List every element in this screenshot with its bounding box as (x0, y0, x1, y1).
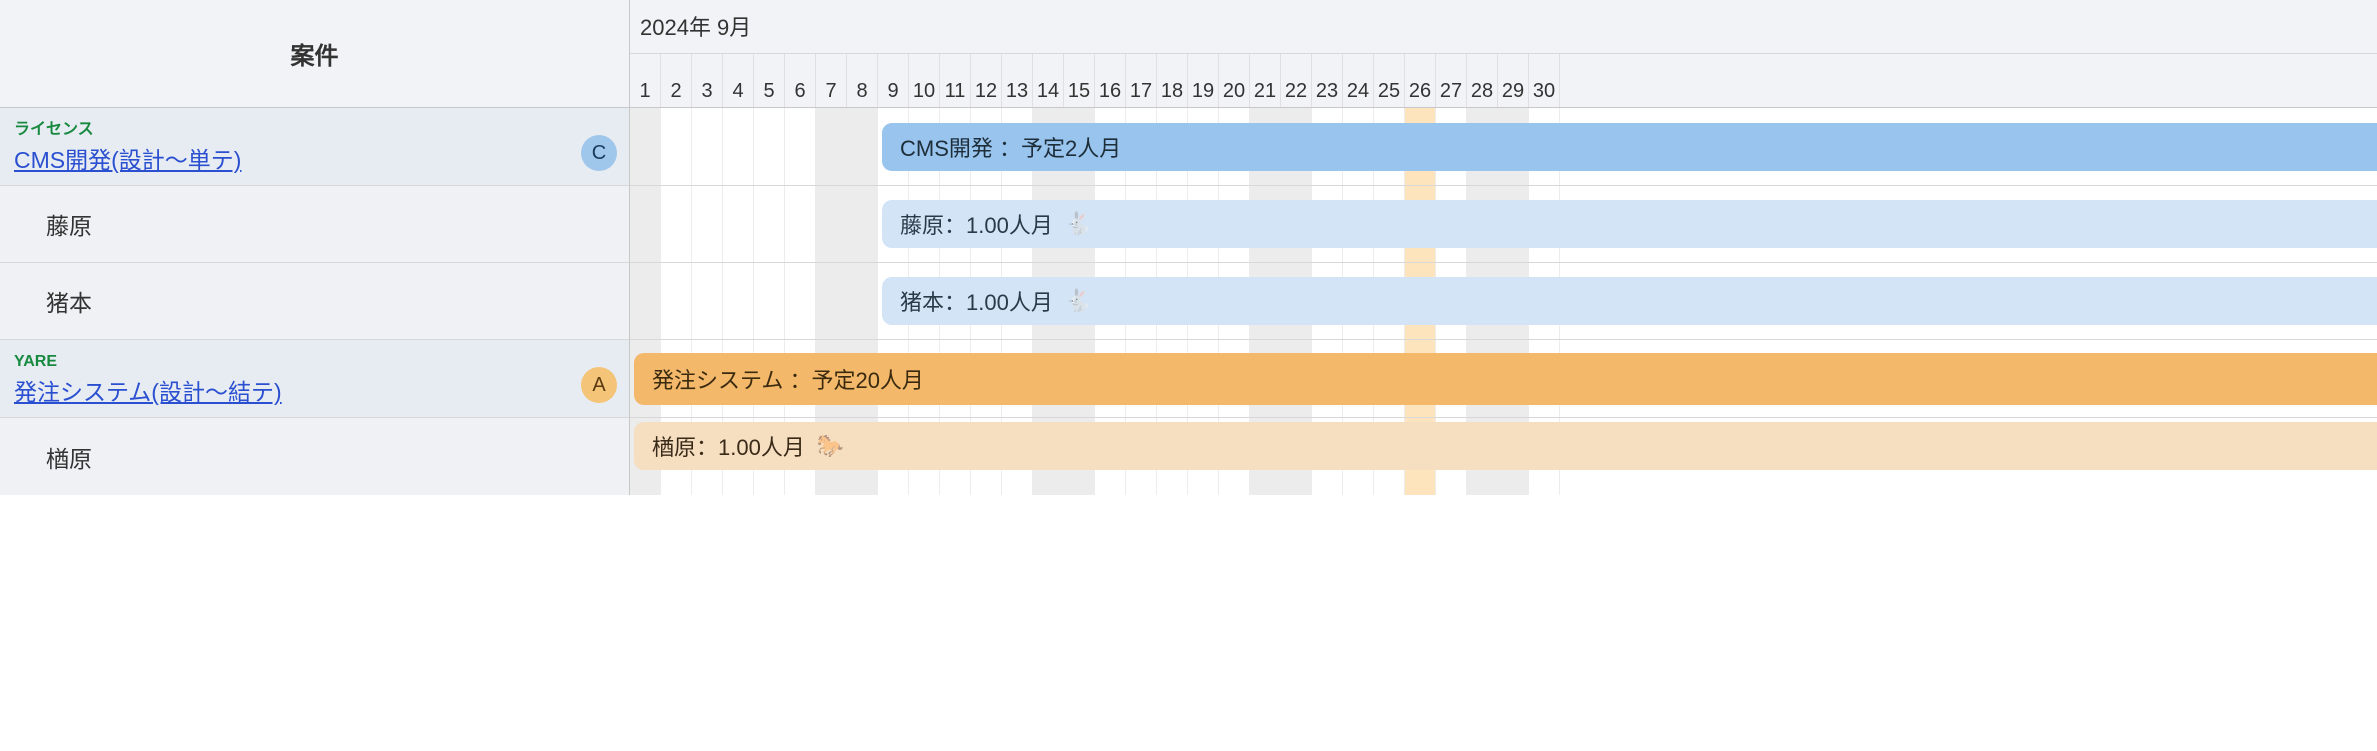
project-bar[interactable]: 発注システム ：予定20人月 (634, 353, 2377, 405)
bar-label: 発注システム ：予定20人月 (652, 363, 924, 395)
day-header-cell: 19 (1188, 54, 1219, 108)
day-bg-cell (847, 263, 878, 339)
day-header-cell: 9 (878, 54, 909, 108)
day-header-cell: 13 (1002, 54, 1033, 108)
animal-icon: 🐇 (1065, 288, 1092, 314)
day-header-cell: 18 (1157, 54, 1188, 108)
day-header-cell: 23 (1312, 54, 1343, 108)
project-bar[interactable]: CMS開発 ：予定2人月 (882, 123, 2377, 171)
day-header-cell: 11 (940, 54, 971, 108)
day-bg-cell (723, 263, 754, 339)
right-column: 2024年 9月 1234567891011121314151617181920… (630, 0, 2377, 495)
day-header-cell: 24 (1343, 54, 1374, 108)
bar-label: CMS開発 ：予定2人月 (900, 131, 1121, 163)
day-header-cell: 12 (971, 54, 1002, 108)
timeline-row: 発注システム ：予定20人月 (630, 340, 2377, 417)
day-header-cell: 2 (661, 54, 692, 108)
timeline-row: 藤原：1.00人月 🐇 (630, 186, 2377, 262)
timeline-row: CMS開発 ：予定2人月 (630, 108, 2377, 185)
day-bg-cell (692, 186, 723, 262)
day-header-cell: 10 (909, 54, 940, 108)
day-header-cell: 22 (1281, 54, 1312, 108)
project-cell: YARE 発注システム(設計～結テ)A (0, 340, 629, 417)
project-link[interactable]: 発注システム(設計～結テ) (14, 373, 615, 407)
day-bg-cell (785, 186, 816, 262)
day-bg-cell (816, 263, 847, 339)
project-link[interactable]: CMS開発(設計～単テ) (14, 141, 615, 175)
day-header-cell: 1 (630, 54, 661, 108)
resource-cell: 猪本 (0, 263, 629, 339)
day-header-cell: 26 (1405, 54, 1436, 108)
day-header-cell: 17 (1126, 54, 1157, 108)
resource-bar[interactable]: 猪本：1.00人月 🐇 (882, 277, 2377, 325)
day-header-cell: 7 (816, 54, 847, 108)
bar-label: 楢原：1.00人月 (652, 430, 805, 462)
bar-label: 藤原：1.00人月 (900, 208, 1053, 240)
day-bg-cell (630, 186, 661, 262)
day-header-cell: 27 (1436, 54, 1467, 108)
project-cell: ライセンスCMS開発(設計～単テ)C (0, 108, 629, 185)
day-header-cell: 3 (692, 54, 723, 108)
resource-name: 猪本 (46, 284, 92, 318)
left-header: 案件 (0, 0, 629, 108)
day-bg-cell (692, 108, 723, 185)
day-header-cell: 5 (754, 54, 785, 108)
day-bg-cell (630, 108, 661, 185)
bar-label: 猪本：1.00人月 (900, 285, 1053, 317)
resource-bar[interactable]: 楢原：1.00人月 🐎 (634, 422, 2377, 470)
resource-cell: 楢原 (0, 418, 629, 495)
day-header-cell: 4 (723, 54, 754, 108)
day-bg-cell (754, 263, 785, 339)
day-bg-cell (785, 108, 816, 185)
day-bg-cell (723, 186, 754, 262)
timeline-row: 楢原：1.00人月 🐎 (630, 418, 2377, 495)
day-header-cell: 25 (1374, 54, 1405, 108)
day-bg-cell (816, 108, 847, 185)
day-header-cell: 6 (785, 54, 816, 108)
day-bg-cell (816, 186, 847, 262)
month-label: 2024年 9月 (630, 0, 2377, 54)
project-category: YARE (14, 353, 615, 371)
day-bg-cell (785, 263, 816, 339)
day-bg-cell (661, 263, 692, 339)
day-header-cell: 30 (1529, 54, 1560, 108)
resource-name: 藤原 (46, 207, 92, 241)
left-header-title: 案件 (291, 36, 339, 71)
day-header-cell: 21 (1250, 54, 1281, 108)
timeline-header: 2024年 9月 1234567891011121314151617181920… (630, 0, 2377, 108)
day-bg-cell (754, 108, 785, 185)
days-row: 1234567891011121314151617181920212223242… (630, 54, 2377, 108)
resource-bar[interactable]: 藤原：1.00人月 🐇 (882, 200, 2377, 248)
day-bg-cell (630, 263, 661, 339)
project-badge: A (581, 367, 617, 403)
resource-cell: 藤原 (0, 186, 629, 262)
day-header-cell: 28 (1467, 54, 1498, 108)
day-bg-cell (754, 186, 785, 262)
animal-icon: 🐎 (817, 433, 844, 459)
day-header-cell: 20 (1219, 54, 1250, 108)
day-header-cell: 14 (1033, 54, 1064, 108)
day-header-cell: 8 (847, 54, 878, 108)
project-badge: C (581, 135, 617, 171)
timeline-row: 猪本：1.00人月 🐇 (630, 263, 2377, 339)
day-bg-cell (847, 108, 878, 185)
project-category: ライセンス (14, 115, 615, 139)
left-column: 案件 ライセンスCMS開発(設計～単テ)C 藤原猪本 YARE 発注システム(設計～結… (0, 0, 630, 495)
day-bg-cell (692, 263, 723, 339)
animal-icon: 🐇 (1065, 211, 1092, 237)
day-bg-cell (661, 186, 692, 262)
day-header-cell: 16 (1095, 54, 1126, 108)
day-bg-cell (661, 108, 692, 185)
day-header-cell: 15 (1064, 54, 1095, 108)
day-bg-cell (847, 186, 878, 262)
day-bg-cell (723, 108, 754, 185)
resource-name: 楢原 (46, 440, 92, 474)
gantt-chart: 案件 ライセンスCMS開発(設計～単テ)C 藤原猪本 YARE 発注システム(設計～結… (0, 0, 2377, 495)
day-header-cell: 29 (1498, 54, 1529, 108)
